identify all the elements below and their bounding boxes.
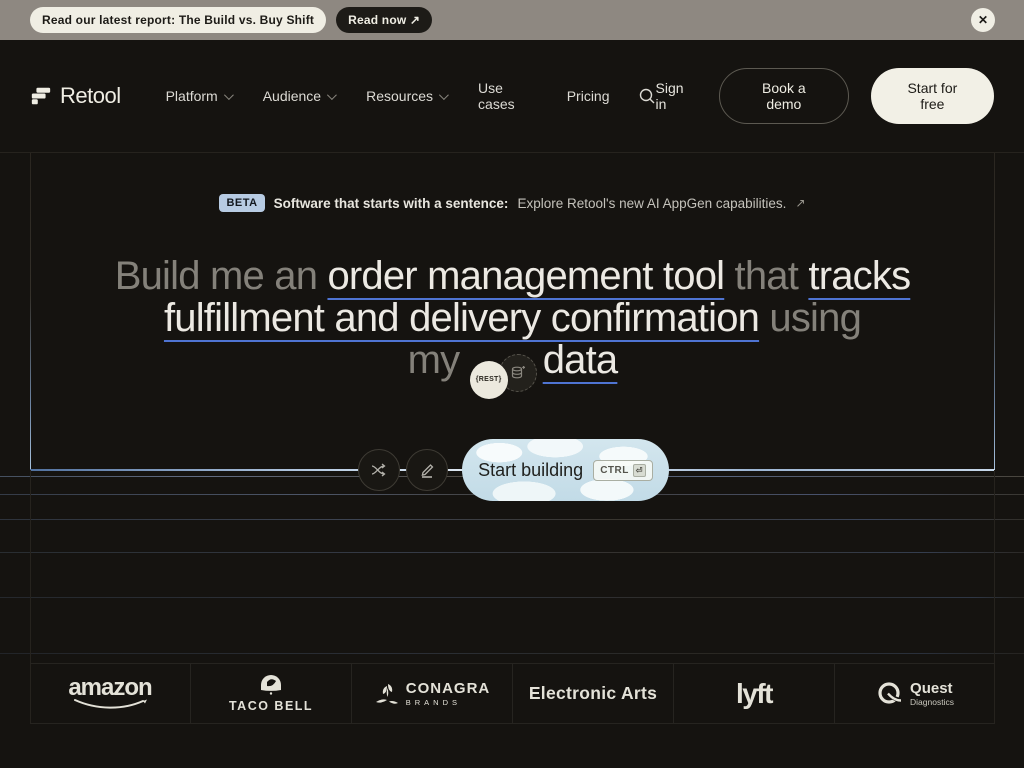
arrow-up-right-icon[interactable]: ↗ bbox=[795, 196, 805, 210]
headline-highlight: tracks bbox=[808, 254, 911, 298]
return-key-icon: ⏎ bbox=[632, 463, 646, 477]
top-navigation: Retool Platform Audience Resources Use c… bbox=[0, 40, 1024, 153]
hero-section: BETA Software that starts with a sentenc… bbox=[30, 153, 995, 501]
sign-in-link[interactable]: Sign in bbox=[656, 80, 697, 112]
retool-logomark-icon bbox=[30, 85, 52, 107]
shuffle-prompt-button[interactable] bbox=[358, 449, 400, 491]
headline-highlight: order management tool bbox=[327, 254, 725, 298]
taco-bell-icon bbox=[261, 675, 281, 696]
decorative-line bbox=[0, 552, 1024, 553]
search-icon[interactable] bbox=[638, 87, 656, 105]
nav-item-resources[interactable]: Resources bbox=[366, 88, 449, 104]
logo-amazon: amazon bbox=[30, 664, 190, 723]
brand-name: Retool bbox=[60, 83, 121, 108]
logo-taco-bell: TACO BELL bbox=[190, 664, 351, 723]
logo-conagra: CONAGRA BRANDS bbox=[351, 664, 512, 723]
customer-logo-bar: amazon TACO BELL CONAGRA BRANDS Electron… bbox=[30, 663, 995, 724]
appgen-link[interactable]: Explore Retool's new AI AppGen capabilit… bbox=[517, 196, 786, 211]
chevron-down-icon bbox=[223, 89, 234, 100]
headline-line-2: fulfillment and delivery confirmation us… bbox=[163, 296, 862, 340]
banner-message: Read our latest report: The Build vs. Bu… bbox=[30, 7, 327, 33]
hero-headline: Build me an order management tool that t… bbox=[30, 255, 995, 399]
decorative-line bbox=[0, 653, 1024, 654]
headline-highlight: fulfillment and delivery confirmation bbox=[163, 296, 760, 340]
chevron-down-icon bbox=[327, 89, 337, 100]
rest-api-icon[interactable]: {REST} bbox=[469, 361, 508, 399]
nav-menu: Platform Audience Resources Use cases Pr… bbox=[166, 80, 610, 112]
logo-lyft: lyft bbox=[673, 664, 834, 723]
banner-close-button[interactable]: ✕ bbox=[971, 8, 995, 32]
nav-actions: Sign in Book a demo Start for free bbox=[656, 68, 995, 124]
headline-highlight: data bbox=[542, 338, 618, 382]
edit-prompt-button[interactable] bbox=[406, 449, 448, 491]
nav-item-use-cases[interactable]: Use cases bbox=[478, 80, 535, 112]
book-a-demo-button[interactable]: Book a demo bbox=[718, 68, 849, 124]
retool-logo[interactable]: Retool bbox=[30, 83, 121, 109]
beta-announcement: BETA Software that starts with a sentenc… bbox=[30, 194, 995, 212]
start-for-free-button[interactable]: Start for free bbox=[870, 68, 995, 124]
hero-actions: Start building CTRL ⏎ bbox=[358, 439, 669, 501]
logo-electronic-arts: Electronic Arts bbox=[512, 664, 673, 723]
ctrl-enter-keycap: CTRL ⏎ bbox=[593, 459, 653, 481]
banner-read-now-button[interactable]: Read now ↗ bbox=[336, 7, 433, 33]
nav-item-pricing[interactable]: Pricing bbox=[567, 88, 610, 104]
nav-item-audience[interactable]: Audience bbox=[263, 88, 337, 104]
amazon-smile-icon bbox=[73, 698, 147, 709]
beta-badge: BETA bbox=[219, 194, 265, 212]
logo-quest-diagnostics: Quest Diagnostics bbox=[834, 664, 995, 723]
close-icon: ✕ bbox=[977, 13, 989, 27]
chevron-down-icon bbox=[438, 89, 449, 100]
start-building-button[interactable]: Start building CTRL ⏎ bbox=[462, 439, 669, 501]
announce-text: Software that starts with a sentence: bbox=[273, 195, 509, 211]
shuffle-icon bbox=[371, 463, 386, 477]
start-building-label: Start building bbox=[478, 459, 584, 480]
quest-q-icon bbox=[878, 682, 902, 704]
headline-line-1: Build me an order management tool that t… bbox=[114, 254, 911, 298]
nav-item-platform[interactable]: Platform bbox=[166, 88, 234, 104]
pencil-icon bbox=[421, 464, 434, 478]
decorative-line bbox=[0, 519, 1024, 520]
conagra-leaf-icon bbox=[375, 683, 398, 704]
decorative-line bbox=[0, 597, 1024, 598]
announcement-banner: Read our latest report: The Build vs. Bu… bbox=[0, 0, 1024, 40]
headline-line-3: my {REST} data bbox=[30, 339, 995, 399]
